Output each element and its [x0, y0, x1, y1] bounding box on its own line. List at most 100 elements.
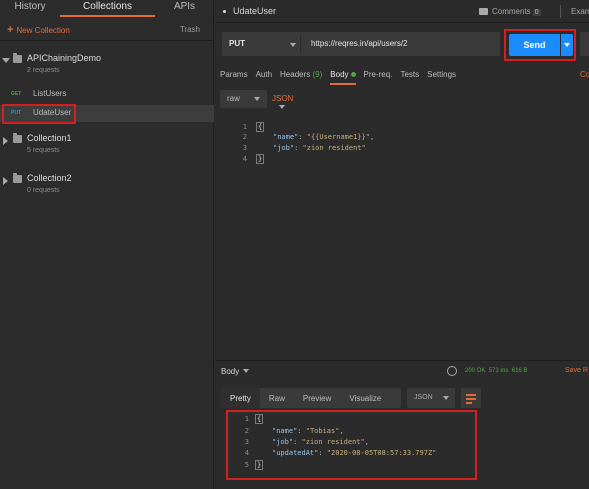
view-pretty[interactable]: Pretty — [221, 388, 260, 408]
url-bar: PUT https://reqres.in/api/users/2 — [222, 32, 500, 56]
folder-icon — [13, 173, 22, 183]
request-tabbar: UdateUser Comments 0 Exam — [215, 0, 589, 23]
response-format-label: JSON — [414, 394, 433, 401]
request-name: ListUsers — [33, 89, 67, 98]
json-value: "zion resident" — [302, 144, 366, 152]
code-brace: } — [255, 460, 264, 470]
divider — [300, 35, 301, 53]
line-number: 4 — [244, 449, 249, 457]
wrap-icon — [466, 394, 476, 396]
response-status-bar: 200 OK 573 ms 616 B — [465, 368, 527, 374]
tab-history[interactable]: History — [0, 0, 60, 17]
new-collection-button[interactable]: + New Collection — [7, 24, 70, 36]
divider — [560, 5, 561, 18]
url-input[interactable]: https://reqres.in/api/users/2 — [311, 39, 408, 48]
chevron-right-icon — [3, 137, 8, 145]
cookies-link[interactable]: Co — [580, 70, 589, 79]
line-number: 3 — [244, 438, 249, 446]
comments-count: 0 — [532, 9, 541, 16]
comments-button[interactable]: Comments 0 — [479, 7, 541, 16]
wrap-lines-button[interactable] — [461, 388, 481, 408]
trash-button[interactable]: Trash — [180, 25, 200, 34]
request-subtabs: Params Auth Headers (9) Body Pre-req. Te… — [220, 70, 464, 85]
sidebar-tabs: History Collections APIs — [0, 0, 214, 17]
chevron-down-icon — [443, 396, 449, 400]
divider — [215, 360, 589, 361]
highlight-box — [2, 104, 76, 124]
send-options-button[interactable] — [561, 34, 573, 56]
tab-prereq[interactable]: Pre-req. — [364, 70, 393, 85]
globe-icon[interactable] — [447, 366, 457, 376]
view-raw[interactable]: Raw — [260, 388, 294, 408]
chevron-down-icon — [2, 58, 10, 63]
comments-label: Comments — [492, 7, 531, 16]
collection-collection1[interactable]: Collection1 5 requests — [0, 133, 214, 163]
chevron-right-icon — [3, 177, 8, 185]
method-select[interactable]: PUT — [229, 39, 245, 48]
tab-tests[interactable]: Tests — [400, 70, 419, 85]
save-response-button[interactable]: Save R — [565, 367, 588, 374]
line-number: 2 — [244, 427, 249, 435]
chevron-down-icon — [290, 43, 296, 47]
line-number: 3 — [242, 144, 247, 152]
response-format-select[interactable]: JSON — [407, 388, 455, 408]
collection-request-count: 5 requests — [27, 147, 60, 154]
json-key: "updatedAt" — [272, 449, 319, 457]
chevron-down-icon — [243, 369, 250, 373]
postman-window: History Collections APIs + New Collection… — [0, 0, 589, 489]
body-language-select[interactable]: JSON — [272, 94, 293, 112]
sidebar: History Collections APIs + New Collection… — [0, 0, 214, 489]
plus-icon: + — [7, 24, 14, 36]
status-code: 200 OK — [465, 368, 486, 374]
tab-headers[interactable]: Headers (9) — [280, 70, 322, 85]
code-brace: } — [256, 154, 265, 164]
json-key: "name" — [272, 427, 298, 435]
folder-icon — [13, 53, 22, 63]
view-visualize[interactable]: Visualize — [340, 388, 390, 408]
response-time: 573 ms — [488, 368, 509, 374]
json-key: "job" — [272, 438, 294, 446]
tab-settings[interactable]: Settings — [427, 70, 456, 85]
tab-headers-label: Headers — [280, 70, 311, 79]
collection-name: APIChainingDemo — [27, 53, 102, 63]
collection-name: Collection2 — [27, 173, 72, 183]
tab-body[interactable]: Body — [330, 70, 356, 85]
save-button[interactable] — [580, 32, 589, 56]
highlight-box: Send — [504, 29, 576, 61]
collection-apichainingdemo[interactable]: APIChainingDemo 2 requests — [0, 53, 214, 83]
body-mode-select[interactable]: raw — [220, 90, 267, 108]
collection-request-count: 0 requests — [27, 187, 60, 194]
tab-body-label: Body — [330, 70, 349, 79]
json-key: "name" — [273, 133, 299, 141]
tab-auth[interactable]: Auth — [256, 70, 272, 85]
request-body-editor[interactable]: 1 { 2 "name": "{{Username1}}", 3 "job": … — [215, 118, 589, 360]
chevron-down-icon — [254, 97, 260, 101]
line-number: 5 — [244, 461, 249, 469]
main-pane: UdateUser Comments 0 Exam PUT https://req… — [215, 0, 589, 489]
line-number: 1 — [244, 415, 249, 423]
sidebar-toolbar: + New Collection Trash — [0, 22, 214, 40]
json-value: "2020-08-05T08:57:33.797Z" — [326, 449, 437, 457]
collection-request-count: 2 requests — [27, 67, 60, 74]
body-language-label: JSON — [272, 94, 294, 103]
code-brace: { — [255, 414, 264, 424]
tab-apis[interactable]: APIs — [155, 0, 214, 17]
tab-params[interactable]: Params — [220, 70, 248, 85]
response-section-select[interactable]: Body — [221, 367, 250, 376]
json-value: "zion resident" — [301, 438, 365, 446]
examples-button[interactable]: Exam — [571, 7, 589, 16]
folder-icon — [13, 133, 22, 143]
divider — [0, 40, 214, 41]
method-badge: GET — [11, 91, 22, 97]
json-value: "Tobias" — [305, 427, 340, 435]
headers-count: (9) — [312, 70, 323, 79]
request-item-listusers[interactable]: GET ListUsers — [0, 86, 214, 103]
chevron-down-icon — [279, 105, 285, 109]
body-mode-label: raw — [227, 94, 240, 103]
collection-collection2[interactable]: Collection2 0 requests — [0, 173, 214, 203]
tab-collections[interactable]: Collections — [60, 0, 155, 17]
request-tab[interactable]: UdateUser — [233, 6, 276, 16]
view-preview[interactable]: Preview — [294, 388, 340, 408]
code-brace: { — [256, 122, 265, 132]
send-button[interactable]: Send — [509, 34, 560, 56]
